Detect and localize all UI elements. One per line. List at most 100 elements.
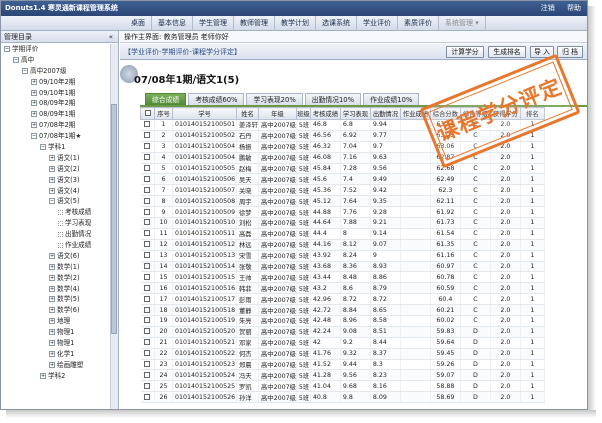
- generate-ranking-button[interactable]: 生成排名: [488, 46, 526, 58]
- expand-icon[interactable]: +: [49, 340, 55, 347]
- tab-1[interactable]: 考核成绩60%: [188, 93, 245, 105]
- column-header[interactable]: 学号: [172, 107, 237, 120]
- row-checkbox[interactable]: [144, 219, 151, 226]
- collapse-icon[interactable]: −: [13, 56, 19, 63]
- row-checkbox[interactable]: [144, 295, 151, 302]
- row-checkbox[interactable]: [144, 382, 151, 389]
- table-row[interactable]: 20 010140152100520 贺丽 高中2007级 5班 42.24 9.08 8.5…: [140, 326, 545, 338]
- row-select-cell[interactable]: [140, 304, 155, 317]
- sidebar-scrollbar[interactable]: [110, 44, 118, 409]
- table-row[interactable]: 6 010140152100506 吴天 高中2007级 5班 45.6 7.4 9.49 62…: [140, 173, 545, 186]
- tab-4[interactable]: 作业成绩10%: [363, 93, 420, 105]
- expand-icon[interactable]: +: [49, 361, 55, 368]
- expand-icon[interactable]: +: [49, 263, 55, 270]
- tree-node[interactable]: + 数学(2): [1, 273, 118, 284]
- tree-node[interactable]: 学习表现: [1, 218, 118, 229]
- menu-item-3[interactable]: 教师管理: [234, 16, 275, 31]
- table-row[interactable]: 14 010140152100514 张敬 高中2007级 5班 43.68 8.36 8.9…: [140, 261, 545, 273]
- tree-node[interactable]: + 学科2: [1, 371, 118, 382]
- tab-2[interactable]: 学习表现20%: [246, 93, 303, 105]
- collapse-icon[interactable]: −: [22, 67, 28, 74]
- archive-button[interactable]: 归 档: [557, 46, 583, 58]
- expand-icon[interactable]: +: [49, 318, 55, 325]
- tree-node[interactable]: 出勤情况: [1, 229, 118, 240]
- row-select-cell[interactable]: [140, 119, 155, 131]
- tree-node[interactable]: +08/09年1期: [1, 109, 118, 120]
- tree-node[interactable]: + 绘画雕塑: [1, 360, 118, 371]
- table-row[interactable]: 21 010140152100521 邓家 高中2007级 5班 42 9.2 8.44 59.…: [140, 337, 545, 349]
- table-row[interactable]: 5 010140152100505 赵梅 高中2007级 5班 45.84 7.28 9.56…: [140, 163, 545, 175]
- row-checkbox[interactable]: [144, 284, 151, 291]
- tree-node[interactable]: + 语文(1): [1, 153, 118, 164]
- table-row[interactable]: 23 010140152100523 郑晨 高中2007级 5班 41.52 9.44 8.3…: [140, 359, 545, 371]
- row-select-cell[interactable]: [140, 173, 155, 186]
- expand-icon[interactable]: +: [31, 100, 37, 107]
- expand-icon[interactable]: +: [49, 274, 55, 281]
- expand-icon[interactable]: +: [49, 252, 55, 259]
- row-checkbox[interactable]: [144, 361, 151, 368]
- menu-item-1[interactable]: 基本信息: [152, 16, 193, 31]
- row-select-cell[interactable]: [140, 369, 155, 382]
- expand-icon[interactable]: +: [31, 111, 37, 118]
- select-all-header[interactable]: [140, 107, 155, 120]
- collapse-icon[interactable]: −: [40, 144, 46, 151]
- row-select-cell[interactable]: [140, 359, 155, 371]
- menu-item-8[interactable]: 系统管理 ▾: [439, 16, 486, 31]
- menu-item-0[interactable]: 桌面: [125, 16, 152, 31]
- tab-0[interactable]: 综合成绩: [145, 93, 187, 105]
- table-row[interactable]: 18 010140152100518 董静 高中2007级 5班 42.72 8.84 8.6…: [140, 304, 545, 317]
- column-header[interactable]: 序号: [154, 107, 173, 120]
- sidebar-scroll-thumb[interactable]: [111, 104, 117, 334]
- table-row[interactable]: 8 010140152100508 周宇 高中2007级 5班 45.12 7.64 9.35…: [140, 195, 545, 208]
- table-row[interactable]: 24 010140152100524 冯天 高中2007级 5班 41.28 9.56 8.2…: [140, 369, 545, 382]
- collapse-icon[interactable]: −: [49, 198, 55, 205]
- tree-node[interactable]: +07/08年2期: [1, 120, 118, 131]
- table-row[interactable]: 26 010140152100526 孙洋 高中2007级 5班 40.8 9.8 8.09 5…: [140, 391, 545, 404]
- tree-node[interactable]: − 学期评价: [1, 44, 118, 55]
- column-header[interactable]: 考核成绩: [309, 107, 341, 120]
- row-checkbox[interactable]: [144, 132, 151, 139]
- table-row[interactable]: 11 010140152100511 高磊 高中2007级 5班 44.4 8 9.14 61.…: [140, 228, 545, 240]
- row-checkbox[interactable]: [144, 317, 151, 324]
- select-all-checkbox[interactable]: [144, 110, 151, 116]
- expand-icon[interactable]: +: [49, 165, 55, 172]
- table-row[interactable]: 22 010140152100522 何杰 高中2007级 5班 41.76 9.32 8.3…: [140, 348, 545, 360]
- expand-icon[interactable]: +: [49, 176, 55, 183]
- tree-node[interactable]: + 化学1: [1, 349, 118, 360]
- row-select-cell[interactable]: [140, 228, 155, 240]
- expand-icon[interactable]: +: [31, 122, 37, 129]
- row-checkbox[interactable]: [144, 371, 151, 378]
- tree-node[interactable]: + 物理1: [1, 327, 118, 338]
- tree-node[interactable]: +08/09年2期: [1, 98, 118, 109]
- table-row[interactable]: 17 010140152100517 彭雨 高中2007级 5班 42.96 8.72 8.7…: [140, 293, 545, 306]
- row-checkbox[interactable]: [144, 252, 151, 259]
- expand-icon[interactable]: +: [49, 187, 55, 194]
- collapse-sidebar-icon[interactable]: «: [109, 31, 113, 43]
- row-checkbox[interactable]: [144, 197, 151, 204]
- row-checkbox[interactable]: [144, 165, 151, 171]
- row-select-cell[interactable]: [140, 152, 155, 164]
- menu-item-7[interactable]: 素质评价: [398, 16, 439, 31]
- table-row[interactable]: 25 010140152100525 罗凯 高中2007级 5班 41.04 9.68 8.1…: [140, 380, 545, 393]
- menu-item-2[interactable]: 学生管理: [193, 16, 234, 31]
- row-select-cell[interactable]: [140, 195, 155, 208]
- collapse-icon[interactable]: −: [4, 46, 10, 52]
- column-header[interactable]: 学习表现: [339, 107, 371, 120]
- row-select-cell[interactable]: [140, 206, 155, 219]
- column-header[interactable]: 班级: [295, 107, 311, 120]
- tree-node[interactable]: +09/10年1期: [1, 88, 118, 99]
- tree-node[interactable]: − 高中: [1, 55, 118, 66]
- row-select-cell[interactable]: [140, 391, 155, 404]
- tree-node[interactable]: 考核成绩: [1, 207, 118, 218]
- row-select-cell[interactable]: [140, 239, 155, 251]
- tree-node[interactable]: +09/10年2期: [1, 77, 118, 88]
- tree-node[interactable]: + 物理1: [1, 338, 118, 349]
- expand-icon[interactable]: +: [40, 372, 46, 379]
- column-header[interactable]: 年级: [258, 107, 297, 120]
- help-link[interactable]: 帮助: [567, 4, 581, 12]
- expand-icon[interactable]: +: [49, 350, 55, 357]
- menu-item-6[interactable]: 学业评价: [357, 16, 398, 31]
- row-checkbox[interactable]: [144, 306, 151, 313]
- row-select-cell[interactable]: [140, 184, 155, 197]
- row-checkbox[interactable]: [144, 263, 151, 270]
